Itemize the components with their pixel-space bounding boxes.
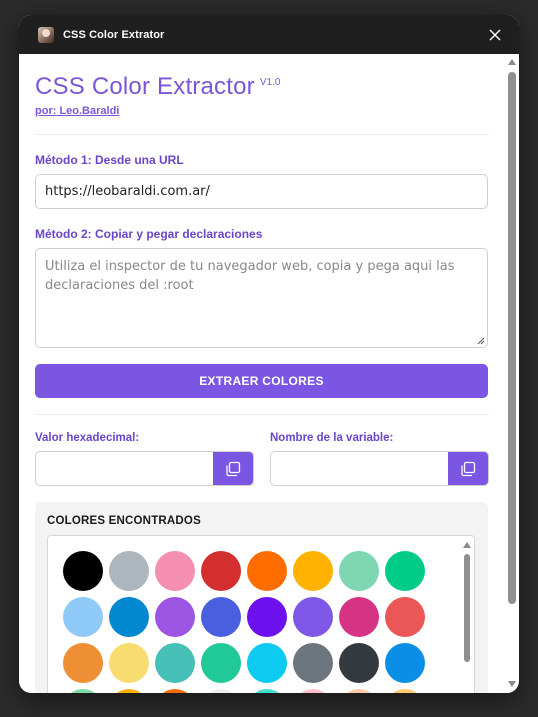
color-swatch[interactable] (385, 597, 425, 637)
color-swatch[interactable] (155, 643, 195, 683)
variable-column: Nombre de la variable: (270, 415, 489, 486)
variable-label: Nombre de la variable: (270, 432, 394, 444)
color-swatch[interactable] (293, 643, 333, 683)
title-bar: CSS Color Extrator (19, 15, 519, 54)
scrollbar-thumb[interactable] (508, 72, 516, 604)
color-swatch[interactable] (109, 551, 149, 591)
hex-column: Valor hexadecimal: (35, 415, 254, 486)
form-area: CSS Color Extractor V1.0 por: Leo.Barald… (35, 54, 489, 693)
color-swatch[interactable] (155, 597, 195, 637)
color-swatch[interactable] (63, 551, 103, 591)
color-swatch[interactable] (63, 689, 103, 693)
color-swatch[interactable] (109, 597, 149, 637)
color-swatch[interactable] (385, 689, 425, 693)
color-swatch[interactable] (109, 643, 149, 683)
color-swatch[interactable] (247, 551, 287, 591)
color-swatch[interactable] (201, 689, 241, 693)
color-swatch[interactable] (339, 643, 379, 683)
hex-field-group (35, 451, 254, 486)
variable-field-group (270, 451, 489, 486)
copy-icon (226, 461, 241, 476)
color-swatch[interactable] (385, 551, 425, 591)
color-swatch[interactable] (201, 643, 241, 683)
url-label: Método 1: Desde una URL (35, 153, 184, 167)
page-scrollbar[interactable] (507, 56, 517, 691)
color-swatch[interactable] (339, 551, 379, 591)
window-title: CSS Color Extrator (63, 28, 165, 41)
hex-input[interactable] (36, 452, 213, 485)
color-swatch[interactable] (293, 597, 333, 637)
scroll-up-arrow-icon[interactable] (508, 59, 516, 65)
version-badge: V1.0 (259, 77, 281, 88)
scrollbar-thumb[interactable] (464, 554, 470, 662)
color-swatch[interactable] (201, 597, 241, 637)
color-swatch[interactable] (247, 597, 287, 637)
colors-scrollbar[interactable] (463, 540, 471, 693)
color-swatch[interactable] (63, 597, 103, 637)
color-swatch[interactable] (247, 643, 287, 683)
color-swatch[interactable] (155, 551, 195, 591)
page-title: CSS Color Extractor (35, 73, 255, 100)
paste-label: Método 2: Copiar y pegar declaraciones (35, 227, 263, 241)
author-link[interactable]: por: Leo.Baraldi (35, 105, 119, 117)
scroll-up-arrow-icon[interactable] (463, 542, 471, 548)
colors-section-title: COLORES ENCONTRADOS (47, 515, 201, 527)
color-swatch[interactable] (293, 689, 333, 693)
copy-variable-button[interactable] (448, 452, 488, 485)
resize-grip-icon[interactable] (477, 337, 485, 345)
main-content: CSS Color Extractor V1.0 por: Leo.Barald… (19, 54, 519, 693)
swatch-grid (63, 551, 425, 693)
color-swatch[interactable] (293, 551, 333, 591)
url-input[interactable]: https://leobaraldi.com.ar/ (35, 174, 488, 209)
color-swatch[interactable] (109, 689, 149, 693)
color-swatch[interactable] (339, 597, 379, 637)
hex-label: Valor hexadecimal: (35, 432, 140, 444)
textarea-placeholder: Utiliza el inspector de tu navegador web… (45, 259, 455, 293)
declarations-textarea[interactable]: Utiliza el inspector de tu navegador web… (35, 248, 488, 348)
app-avatar-icon (38, 26, 54, 43)
color-swatch[interactable] (339, 689, 379, 693)
app-heading: CSS Color Extractor V1.0 (35, 73, 489, 101)
color-swatch[interactable] (385, 643, 425, 683)
extract-colors-button[interactable]: EXTRAER COLORES (35, 364, 488, 398)
close-icon (489, 29, 501, 40)
copy-fields-row: Valor hexadecimal: Nombre de la variable… (35, 415, 489, 486)
scroll-down-arrow-icon[interactable] (508, 681, 516, 687)
colors-list (47, 535, 475, 693)
copy-hex-button[interactable] (213, 452, 253, 485)
app-window: CSS Color Extrator CSS Color Extractor V… (19, 15, 519, 693)
color-swatch[interactable] (63, 643, 103, 683)
colors-panel: COLORES ENCONTRADOS (35, 502, 488, 693)
close-button[interactable] (483, 23, 507, 47)
color-swatch[interactable] (247, 689, 287, 693)
copy-icon (461, 461, 476, 476)
divider (35, 134, 489, 135)
color-swatch[interactable] (155, 689, 195, 693)
variable-input[interactable] (271, 452, 448, 485)
color-swatch[interactable] (201, 551, 241, 591)
